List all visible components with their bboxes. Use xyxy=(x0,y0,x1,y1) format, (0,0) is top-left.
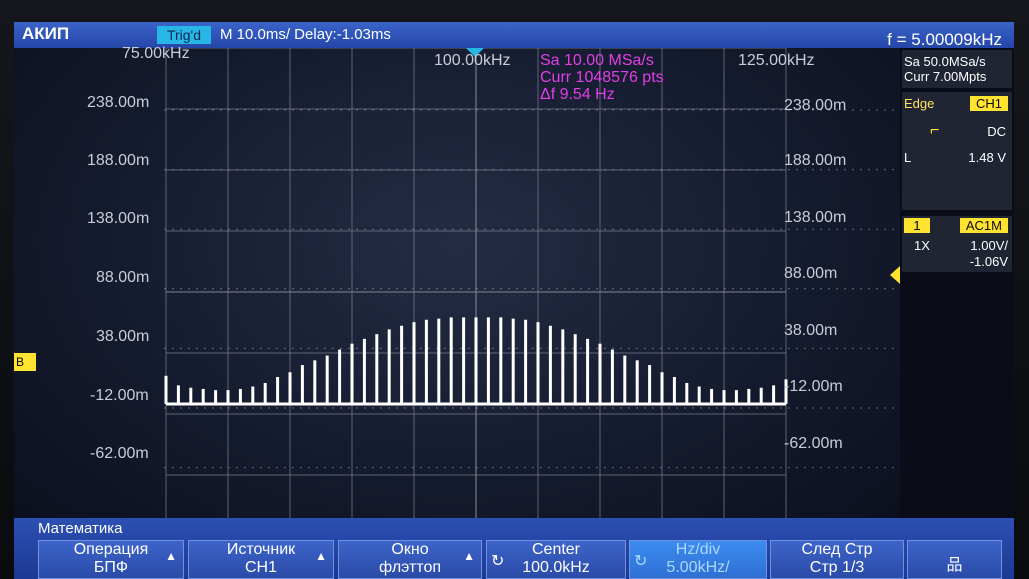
menu-title: Математика xyxy=(38,520,123,537)
softkey-value: флэттоп xyxy=(379,559,441,576)
up-arrow-icon: ▲ xyxy=(315,549,327,563)
softkey-value: 100.0kHz xyxy=(522,559,590,576)
left-scale-label: 238.00m xyxy=(87,94,150,111)
right-scale-label: -62.00m xyxy=(784,435,843,452)
up-arrow-icon: ▲ xyxy=(463,549,475,563)
math-marker-b[interactable]: B xyxy=(14,353,36,371)
brand-logo: АКИП xyxy=(22,24,70,43)
volts-per-div: 1.00V/ xyxy=(970,238,1008,253)
left-scale-label: -12.00m xyxy=(90,387,149,404)
right-scale-label: 188.00m xyxy=(784,152,847,169)
right-scale-label: 138.00m xyxy=(784,209,847,226)
right-info-panel: Sa 50.0MSa/s Curr 7.00Mpts Edge CH1 ⌐ DC… xyxy=(900,48,1014,536)
probe-ratio: 1X xyxy=(914,238,930,253)
channel-number: 1 xyxy=(904,218,930,233)
freq-label-center: 100.00kHz xyxy=(434,52,511,69)
left-scale-label: 138.00m xyxy=(87,210,150,227)
sample-rate-readout: Sa 50.0MSa/s xyxy=(904,54,986,69)
window-softkey[interactable]: Окно флэттоп ▲ xyxy=(338,540,482,579)
trigger-level-label: L xyxy=(904,150,912,165)
softkey-value: БПФ xyxy=(93,559,129,576)
softkey-label: Окно xyxy=(391,541,429,558)
fft-point-count: Curr 1048576 pts xyxy=(540,69,664,86)
trigger-source: CH1 xyxy=(969,96,1008,111)
trigger-box[interactable]: Edge CH1 ⌐ DC L 1.48 V xyxy=(902,92,1012,210)
softkey-label: След Стр xyxy=(801,541,873,558)
freq-label-right: 125.00kHz xyxy=(738,52,815,69)
trigger-status: Trig'd xyxy=(157,26,211,44)
left-scale-label: -62.00m xyxy=(90,445,149,462)
freq-label-left: 75.00kHz xyxy=(122,45,190,62)
timebase-readout[interactable]: M 10.0ms/ Delay:-1.03ms xyxy=(220,26,391,43)
softkey-value: 5.00kHz/ xyxy=(666,559,730,576)
acquisition-box: Sa 50.0MSa/s Curr 7.00Mpts xyxy=(902,50,1012,88)
next-page-softkey[interactable]: След Стр Стр 1/3 xyxy=(770,540,904,579)
channel-offset: -1.06V xyxy=(969,254,1008,269)
channel1-box[interactable]: 1 AC1M 1X 1.00V/ -1.06V xyxy=(902,216,1012,272)
softkey-bar: Математика Операция БПФ ▲ Источник CH1 ▲… xyxy=(14,518,1014,579)
left-scale-label: 38.00m xyxy=(96,328,150,345)
source-softkey[interactable]: Источник CH1 ▲ xyxy=(188,540,334,579)
trigger-level: 1.48 V xyxy=(968,150,1006,165)
softkey-label: Операция xyxy=(73,541,149,558)
right-scale-label: 88.00m xyxy=(784,265,838,282)
center-softkey[interactable]: ↻ Center 100.0kHz xyxy=(486,540,626,579)
frequency-readout: f = 5.00009kHz xyxy=(887,30,1002,49)
network-icon: 品 xyxy=(946,557,963,574)
softkey-value: CH1 xyxy=(244,559,277,576)
right-scale-label: 38.00m xyxy=(784,322,838,339)
trigger-coupling: DC xyxy=(987,124,1006,139)
rising-edge-icon: ⌐ xyxy=(930,122,940,139)
hz-per-div-softkey[interactable]: ↻ Hz/div 5.00kHz/ xyxy=(629,540,767,579)
ch1-offset-marker-icon[interactable] xyxy=(890,266,900,284)
softkey-label: Center xyxy=(531,541,581,558)
right-scale-label: -12.00m xyxy=(784,378,843,395)
up-arrow-icon: ▲ xyxy=(165,549,177,563)
operation-softkey[interactable]: Операция БПФ ▲ xyxy=(38,540,184,579)
fft-plot-area[interactable]: 75.00kHz 100.00kHz 125.00kHz Sa 10.00 MS… xyxy=(14,45,900,536)
channel-coupling: AC1M xyxy=(959,218,1008,233)
softkey-label: Источник xyxy=(226,541,296,558)
scope-screen: АКИП Trig'd M 10.0ms/ Delay:-1.03ms f = … xyxy=(14,22,1014,579)
network-softkey[interactable]: 品 xyxy=(907,540,1002,579)
memory-depth-readout: Curr 7.00Mpts xyxy=(904,69,987,84)
softkey-value: Стр 1/3 xyxy=(809,559,865,576)
trigger-type: Edge xyxy=(904,96,935,111)
fft-sample-rate: Sa 10.00 MSa/s xyxy=(540,52,654,69)
fft-resolution: Δf 9.54 Hz xyxy=(540,86,615,103)
right-scale-label: 238.00m xyxy=(784,97,847,114)
left-scale-label: 88.00m xyxy=(96,269,150,286)
left-scale-label: 188.00m xyxy=(87,152,150,169)
softkey-label: Hz/div xyxy=(675,541,721,558)
